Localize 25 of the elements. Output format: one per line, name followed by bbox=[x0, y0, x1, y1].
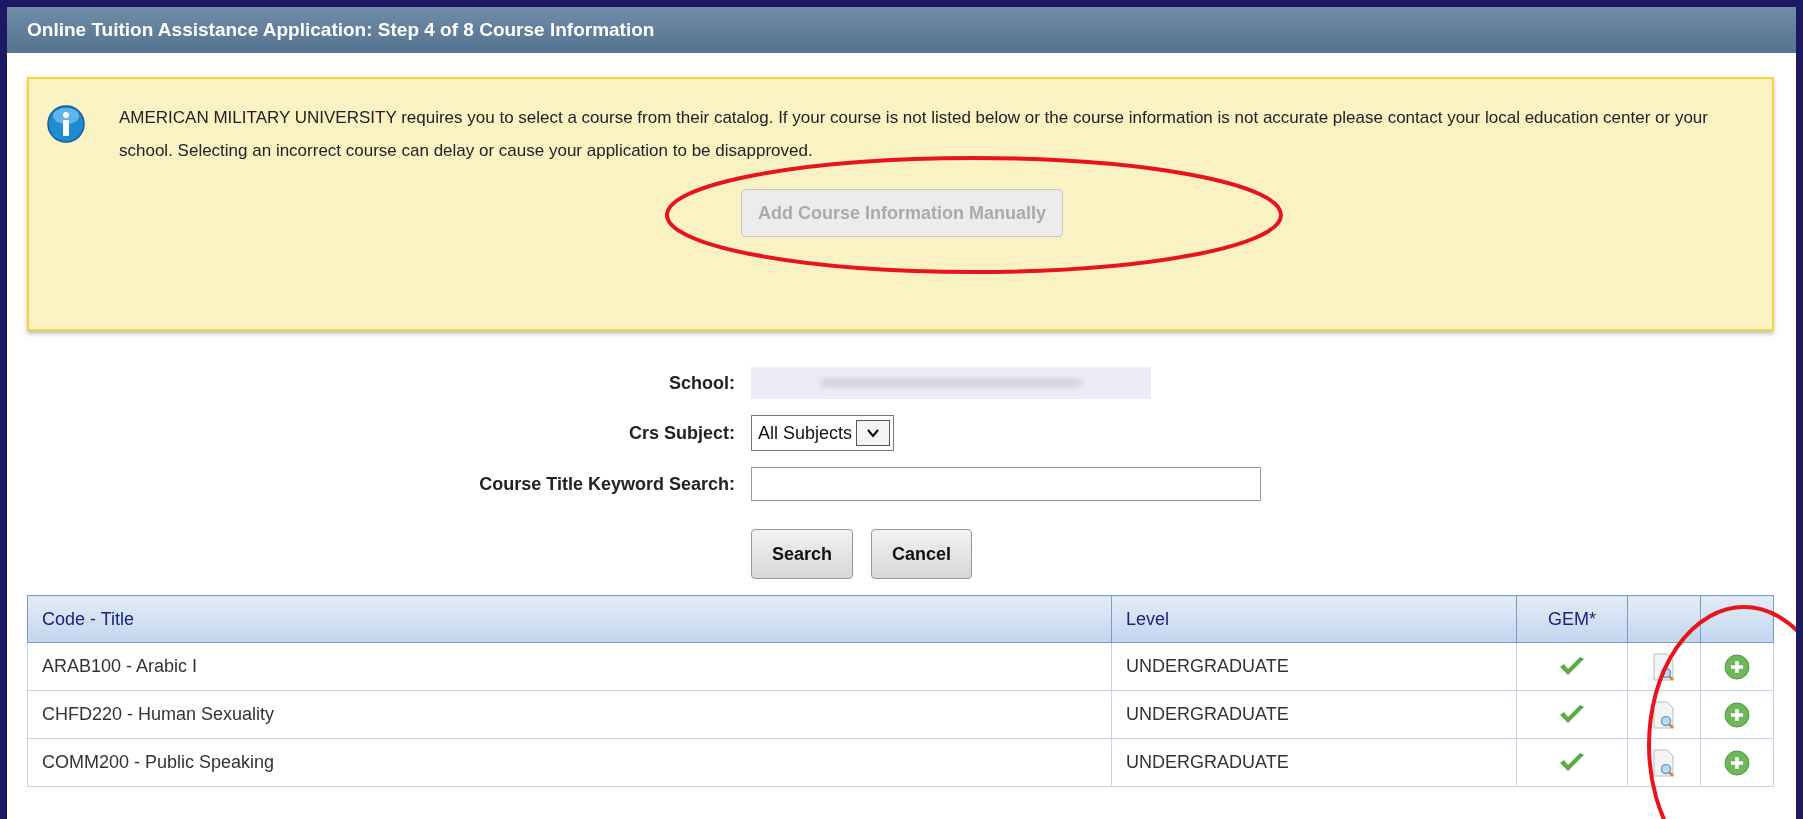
keyword-search-label: Course Title Keyword Search: bbox=[478, 473, 735, 495]
keyword-search-field[interactable] bbox=[751, 467, 1261, 501]
page-title: Online Tuition Assistance Application: Step 4 of 8 Course Information bbox=[27, 19, 655, 41]
table-cell: CHFD220 - Human Sexuality bbox=[27, 690, 1112, 739]
column-header: GEM* bbox=[1516, 595, 1628, 643]
school-label: School: bbox=[668, 372, 735, 394]
form-button[interactable]: Search bbox=[751, 529, 854, 579]
add-icon[interactable] bbox=[1724, 653, 1750, 680]
table-cell: UNDERGRADUATE bbox=[1111, 642, 1517, 691]
notice-message: AMERICAN MILITARY UNIVERSITY requires you to select a course from their catalog. If your course is not listed below or the course information is not accurate please contact your local education center or your school. Selecting an incorrect course can delay or cause your application to be disapproved. bbox=[119, 107, 1709, 162]
column-header: Level bbox=[1111, 595, 1517, 643]
add-icon[interactable] bbox=[1724, 701, 1750, 728]
info-icon bbox=[47, 105, 85, 143]
table-cell: UNDERGRADUATE bbox=[1111, 690, 1517, 739]
form-button[interactable]: Cancel bbox=[871, 529, 973, 579]
column-header: Code - Title bbox=[27, 595, 1112, 643]
subject-label: Crs Subject: bbox=[627, 422, 735, 444]
table-cell: COMM200 - Public Speaking bbox=[27, 738, 1112, 787]
add-icon[interactable] bbox=[1724, 749, 1750, 776]
document-preview-icon[interactable] bbox=[1653, 700, 1675, 729]
document-preview-icon[interactable] bbox=[1653, 748, 1675, 777]
table-cell: UNDERGRADUATE bbox=[1111, 738, 1517, 787]
subject-dropdown[interactable]: All Subjects bbox=[751, 415, 895, 451]
table-cell: ARAB100 - Arabic I bbox=[27, 642, 1112, 691]
caret-icon bbox=[866, 428, 881, 438]
